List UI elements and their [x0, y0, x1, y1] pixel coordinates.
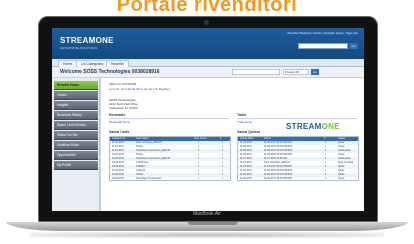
welcome-bar: Welcome SOSS Technologies 0038028916 Pro… — [52, 67, 364, 78]
table-row[interactable]: 11-20-2017 11-03-2017 02:33 PM EST 1 Quote — [238, 177, 358, 181]
saved-carts-label: Saved Carts — [109, 130, 130, 134]
table-row[interactable]: 10-03-2017 Cart Page 3 Connection 1 1 — [110, 177, 230, 181]
section-divider — [109, 118, 229, 119]
sidebar-item-opportunities[interactable]: Opportunities — [54, 151, 98, 160]
tab-bar: Home Lic Categories Reseller — [52, 59, 364, 67]
header-links[interactable]: Reseller Welcome Center | Reseller Home … — [287, 31, 358, 35]
camera-icon — [204, 20, 209, 25]
laptop-shadow — [30, 232, 384, 238]
renewals-value[interactable]: Renewals Done — [109, 120, 130, 124]
trials-value[interactable]: Trials Done — [237, 120, 252, 124]
welcome-title: Welcome SOSS Technologies 0038028916 — [60, 69, 160, 75]
renewals-label: Renewals — [109, 113, 126, 117]
table-body: 11-01-2017 Tech Company_2020-07 1 1 11-01-2… — [110, 141, 230, 181]
product-search-input[interactable] — [232, 69, 280, 75]
sidebar-item-share-fox-net[interactable]: Share Fox Net — [54, 131, 98, 140]
header-search-input[interactable] — [298, 43, 348, 49]
section-divider — [237, 118, 357, 119]
company-city: Clearwater, FL 33760 — [109, 106, 138, 110]
laptop-base — [6, 222, 408, 231]
main-content: LIEN LIC ACTIVATE Lic's do: Your Email I… — [101, 78, 364, 211]
brand-one-text: ONE — [321, 122, 340, 131]
tab-home[interactable]: Home — [58, 60, 78, 67]
brand-main-text: STREAM — [286, 122, 322, 131]
sidebar-item-reseller-home[interactable]: Reseller Home — [54, 81, 98, 90]
tab-reseller[interactable]: Reseller — [106, 60, 129, 67]
saved-quotes-table: Quote Date Name # Status 11-29-2017 11-29… — [237, 136, 359, 181]
saved-quotes-label: Saved Quotes — [237, 130, 261, 134]
info-line: LIEN LIC ACTIVATE — [109, 82, 137, 86]
trials-label: Trials — [237, 113, 247, 117]
sidebar-item-orders[interactable]: Orders — [54, 91, 98, 100]
sidebar-item-space-level-monitor[interactable]: Space Level Monitor — [54, 121, 98, 130]
info-line[interactable]: Lic's do: Your Email Inbox as per LIC Re… — [109, 87, 170, 91]
search-type-select[interactable]: Product ID — [283, 69, 309, 75]
laptop-notch — [188, 222, 238, 225]
tab-lic-categories[interactable]: Lic Categories — [76, 60, 109, 67]
logo-main-text: STREAM — [60, 36, 96, 45]
brand-logo-secondary: STREAMONE — [286, 122, 340, 131]
sidebar-item-my-profile[interactable]: My Profile — [54, 161, 98, 170]
saved-carts-table: Created On Cart Name Item Count # 11-01-… — [109, 136, 231, 181]
logo-tagline: ENTERPRISE SOLUTIONS — [60, 46, 98, 50]
laptop-lid: STREAMONE ENTERPRISE SOLUTIONS Reseller … — [38, 16, 378, 222]
search-go-button[interactable]: Go — [311, 69, 319, 75]
header-search-button[interactable]: Go — [349, 43, 358, 49]
laptop-model-label: MacBook Air — [192, 211, 222, 217]
sidebar-item-workflow-rules[interactable]: Workflow Rules — [54, 141, 98, 150]
logo-one-text: ONE — [95, 36, 114, 45]
sidebar: Reseller Home Orders Insights Renewals H… — [52, 78, 100, 211]
brand-logo[interactable]: STREAMONE — [60, 36, 114, 45]
sidebar-item-insights[interactable]: Insights — [54, 101, 98, 110]
laptop-screen: STREAMONE ENTERPRISE SOLUTIONS Reseller … — [52, 28, 364, 211]
table-body: 11-29-2017 11-29-2017 02:33 PM EST 1 Quote … — [238, 141, 358, 181]
sidebar-item-renewals-history[interactable]: Renewals History — [54, 111, 98, 120]
app-header: STREAMONE ENTERPRISE SOLUTIONS Reseller … — [52, 28, 364, 59]
page-caption: Portale rivenditori — [116, 0, 298, 16]
